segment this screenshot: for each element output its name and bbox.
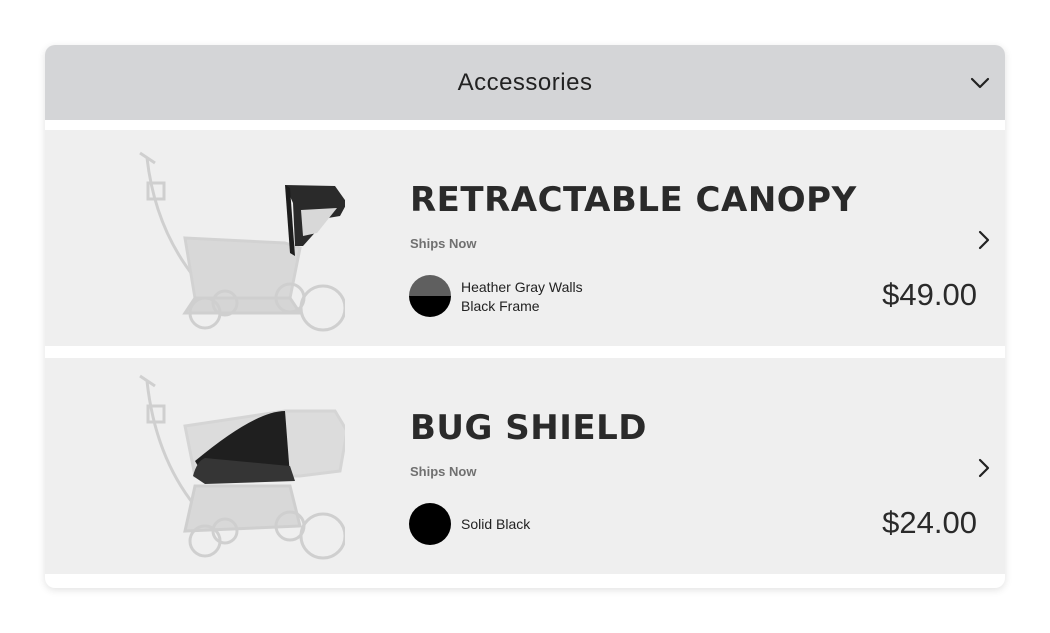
color-line-2: Black Frame bbox=[461, 298, 540, 314]
accordion-title: Accessories bbox=[457, 68, 593, 96]
color-description: Heather Gray Walls Black Frame bbox=[461, 278, 583, 316]
product-card-retractable-canopy[interactable]: RETRACTABLE CANOPY Ships Now Heather Gra… bbox=[45, 130, 1005, 346]
availability-label: Ships Now bbox=[410, 236, 477, 251]
canopy-shape bbox=[285, 185, 345, 256]
availability-label: Ships Now bbox=[410, 464, 477, 479]
color-line-1: Heather Gray Walls bbox=[461, 279, 583, 295]
color-swatch bbox=[409, 275, 451, 317]
swatch-bottom-half bbox=[409, 296, 451, 317]
product-title: RETRACTABLE CANOPY bbox=[410, 180, 857, 220]
product-price: $24.00 bbox=[882, 505, 977, 540]
swatch-top-half bbox=[409, 275, 451, 296]
faded-wagon bbox=[139, 151, 345, 332]
chevron-right-icon[interactable] bbox=[975, 455, 993, 481]
color-line-1: Solid Black bbox=[461, 516, 531, 532]
product-title: BUG SHIELD bbox=[410, 408, 647, 448]
color-swatch bbox=[409, 503, 451, 545]
product-price: $49.00 bbox=[882, 277, 977, 312]
chevron-right-icon[interactable] bbox=[975, 227, 993, 253]
accessories-panel: Accessories RETRACTABLE CANOPY Ships Now… bbox=[45, 45, 1005, 588]
chevron-down-icon[interactable] bbox=[969, 72, 991, 94]
wagon-canopy-image bbox=[139, 151, 345, 332]
color-description: Solid Black bbox=[461, 515, 530, 534]
wagon-bug-shield-image bbox=[139, 374, 345, 560]
accessories-accordion-header[interactable]: Accessories bbox=[45, 45, 1005, 120]
product-card-bug-shield[interactable]: BUG SHIELD Ships Now Solid Black $24.00 bbox=[45, 358, 1005, 574]
